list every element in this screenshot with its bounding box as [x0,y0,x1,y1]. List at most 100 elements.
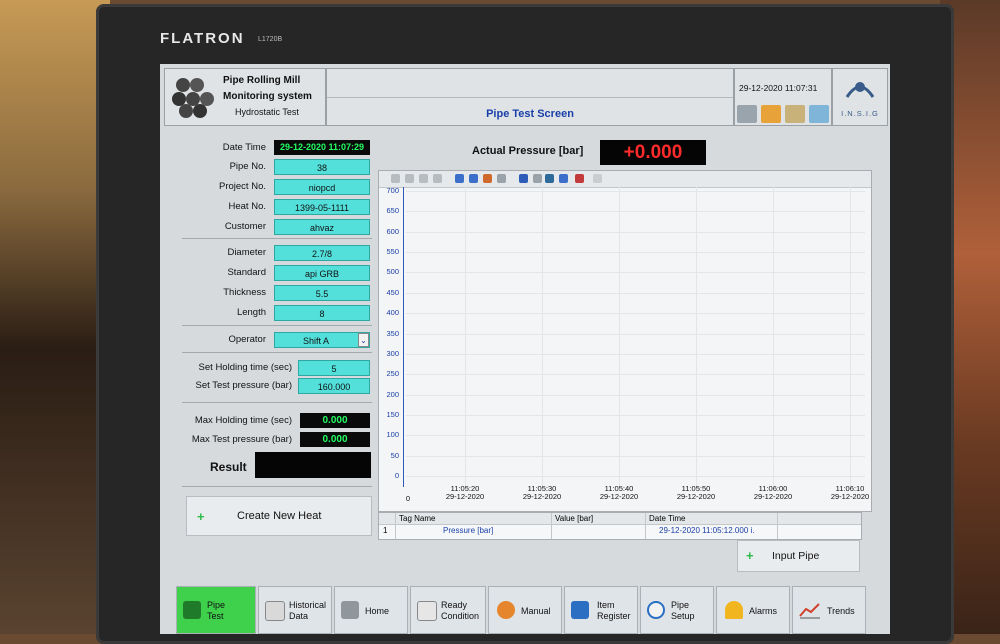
customer-field[interactable]: ahvaz [274,219,370,235]
thickness-field[interactable]: 5.5 [274,285,370,301]
form-divider [182,238,372,239]
grid-line-h [406,353,865,355]
nav-label-1: Historical [289,600,327,610]
grid-line-h [406,313,865,315]
header-datetime-box: 29-12-2020 11:07:31 [734,68,832,126]
pipe-test-icon [183,601,201,619]
y-tick-label: 250 [386,369,399,379]
nav-home[interactable]: Home [334,586,408,634]
y-tick-label: 500 [386,267,399,277]
chart-plot-area: 700 650 600 550 500 450 400 350 300 250 200 150 100 5… [379,171,871,511]
heat-no-label: Heat No. [228,201,267,212]
nav-item-register[interactable]: Item Register [564,586,638,634]
grid-line-h [406,374,865,376]
nav-pipe-setup[interactable]: Pipe Setup [640,586,714,634]
operator-select[interactable]: Shift A [274,332,370,348]
set-pressure-field[interactable]: 160.000 [298,378,370,394]
x-tick-label: 11:05:40 29-12-2020 [589,485,649,501]
x-tick-label: 11:05:50 29-12-2020 [666,485,726,501]
chart-tool-icon[interactable] [809,105,829,123]
pipe-no-label: Pipe No. [229,161,266,172]
length-field[interactable]: 8 [274,305,370,321]
nav-manual[interactable]: Manual [488,586,562,634]
nav-alarms[interactable]: Alarms [716,586,790,634]
monitor-brand: FLATRON [160,30,245,47]
home-pipes-icon [341,601,359,619]
grid-line-h [406,211,865,213]
settings-tools-icon[interactable] [737,105,757,123]
diameter-field[interactable]: 2.7/8 [274,245,370,261]
diameter-label: Diameter [227,247,266,258]
grid-line-h [406,272,865,274]
pipe-no-field[interactable]: 38 [274,159,370,175]
hmi-screen: Pipe Rolling Mill Monitoring system Hydr… [160,64,890,634]
nav-label-1: Item [597,600,615,610]
grid-line-h [406,394,865,396]
heat-no-field[interactable]: 1399-05-1111 [274,199,370,215]
nav-historical-data[interactable]: Historical Data [258,586,332,634]
y-tick-label: 600 [386,226,399,236]
y-tick-label: 550 [386,247,399,257]
nav-label-2: Data [289,611,309,621]
y-tick-label: 0 [394,471,399,480]
item-register-icon [571,601,589,619]
standard-field[interactable]: api GRB [274,265,370,281]
set-holding-field[interactable]: 5 [298,360,370,376]
nav-trends[interactable]: Trends [792,586,866,634]
form-divider [182,402,372,403]
x-tick-date: 29-12-2020 [830,492,870,501]
nav-label-1: Alarms [749,606,778,616]
screen-title: Pipe Test Screen [486,108,574,120]
nav-ready-condition[interactable]: Ready Condition [410,586,486,634]
x-tick-date: 29-12-2020 [676,492,716,501]
company-name: I.N.S.I.G [841,109,879,118]
grid-line-h [406,414,865,416]
nav-label-2: Setup [671,611,695,621]
chevron-down-icon[interactable]: ⌄ [358,333,369,347]
x-tick-label: 11:05:20 29-12-2020 [435,485,495,501]
background-left [0,0,110,634]
x-tick-label: 11:06:00 29-12-2020 [743,485,803,501]
actual-pressure-value: +0.000 [600,140,706,165]
table-row[interactable]: 1 Pressure [bar] 29-12-2020 11:05:12.000… [379,525,861,537]
nav-label-1: Pipe [207,600,226,610]
gauge-icon [647,601,665,619]
grid-line-h [406,191,865,192]
x-tick-label: 11:06:10 29-12-2020 [820,485,880,501]
create-new-heat-button[interactable]: + Create New Heat [186,496,372,536]
x-tick-date: 29-12-2020 [522,492,562,501]
nav-pipe-test[interactable]: Pipe Test [176,586,256,634]
header-datetime: 29-12-2020 11:07:31 [739,83,818,93]
x-tick-date: 29-12-2020 [753,492,793,501]
project-no-field[interactable]: niopcd [274,179,370,195]
grid-line-v [696,187,697,487]
row-tag: Pressure [bar] [443,526,494,535]
y-tick-label: 150 [386,409,399,419]
input-pipe-button[interactable]: + Input Pipe [737,540,860,572]
project-no-label: Project No. [219,181,266,192]
nav-label-2: Test [207,611,224,621]
grid-line-h [406,476,865,477]
historical-data-icon [265,601,285,621]
gear-icon[interactable] [761,105,781,123]
app-title-line2: Monitoring system [223,91,312,102]
grid-line-h [406,231,865,233]
pipe-config-icon[interactable] [785,105,805,123]
plus-icon: + [746,548,754,563]
alarm-bell-icon [725,601,743,619]
grid-line-h [406,252,865,254]
max-pressure-label: Max Test pressure (bar) [191,434,292,445]
grid-line-v [850,187,851,487]
col-value: Value [bar] [555,514,594,523]
x-tick-time: 0 [405,494,411,503]
y-tick-label: 350 [386,328,399,338]
x-tick-label: 0 [403,495,413,503]
grid-line-v [465,187,466,487]
table-header [379,513,861,525]
insig-logo-icon [845,82,875,98]
manual-hand-icon [497,601,515,619]
y-tick-label: 100 [386,430,399,440]
grid-line-h [406,455,865,457]
grid-line-h [406,435,865,437]
y-tick-label: 200 [386,389,399,399]
